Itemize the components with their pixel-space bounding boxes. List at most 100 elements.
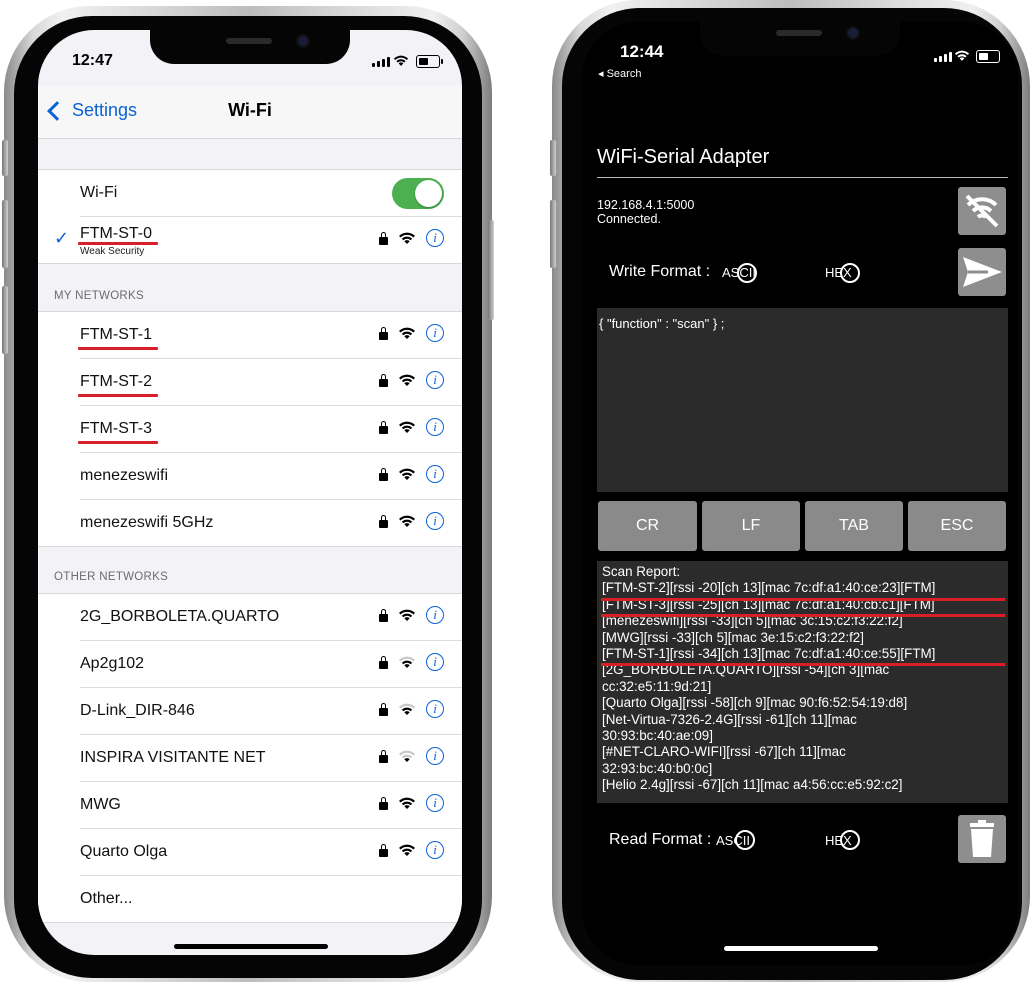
lock-icon (379, 609, 388, 622)
checkmark-icon: ✓ (54, 228, 70, 248)
network-name: FTM-ST-3 (80, 420, 152, 437)
red-underline (601, 614, 1005, 617)
other-network-row[interactable]: Other... (80, 876, 462, 922)
lock-icon (379, 797, 388, 810)
scan-report-output[interactable]: Scan Report: [FTM-ST-2][rssi -20][ch 13]… (597, 561, 1008, 803)
wifi-strength-icon (399, 421, 415, 433)
info-icon[interactable]: i (426, 418, 444, 436)
report-line: [Quarto Olga][rssi -58][ch 9][mac 90:f6:… (602, 695, 908, 711)
lock-icon (379, 703, 388, 716)
info-icon[interactable]: i (426, 512, 444, 530)
report-line: [FTM-ST-2][rssi -20][ch 13][mac 7c:df:a1… (602, 580, 936, 596)
red-underline (78, 441, 158, 444)
cellular-signal-icon (372, 57, 390, 67)
info-icon[interactable]: i (426, 606, 444, 624)
right-phone-side-button (550, 140, 556, 176)
info-icon[interactable]: i (426, 324, 444, 342)
lock-icon (379, 656, 388, 669)
network-row[interactable]: FTM-ST-1 i (78, 312, 462, 359)
wifi-toggle[interactable] (392, 178, 444, 209)
report-line: [Helio 2.4g][rssi -67][ch 11][mac a4:56:… (602, 777, 903, 793)
wifi-strength-icon (399, 468, 415, 480)
network-name: FTM-ST-0 (80, 225, 152, 242)
info-icon[interactable]: i (426, 653, 444, 671)
network-name: INSPIRA VISITANTE NET (80, 749, 266, 766)
left-phone-screen: 12:47 Settings Wi-Fi Wi-Fi ✓ FTM-ST-0 We… (38, 30, 462, 955)
network-row[interactable]: D-Link_DIR-846 i (80, 688, 462, 735)
network-name: 2G_BORBOLETA.QUARTO (80, 608, 280, 625)
title-divider (597, 177, 1008, 178)
red-underline (78, 242, 158, 245)
clear-output-button[interactable] (958, 815, 1006, 863)
send-icon (963, 257, 1002, 287)
info-icon[interactable]: i (426, 465, 444, 483)
battery-icon (976, 50, 1003, 63)
my-networks-header: MY NETWORKS (54, 290, 144, 302)
info-icon[interactable]: i (426, 841, 444, 859)
esc-button[interactable]: ESC (908, 501, 1006, 551)
wifi-status-icon (954, 50, 970, 61)
network-row[interactable]: FTM-ST-2 i (78, 359, 462, 406)
info-icon[interactable]: i (426, 700, 444, 718)
left-phone-side-button (2, 140, 8, 176)
wifi-strength-icon (399, 374, 415, 386)
device-address: 192.168.4.1:5000 (597, 198, 695, 212)
wifi-status-icon (393, 55, 409, 66)
home-indicator[interactable] (724, 946, 878, 951)
network-name: Quarto Olga (80, 843, 168, 860)
right-phone-screen: 12:44 ◂ Search WiFi-Serial Adapter 192.1… (582, 22, 1018, 965)
red-underline (601, 663, 1005, 666)
network-name: FTM-ST-2 (80, 373, 152, 390)
network-row[interactable]: menezeswifi 5GHz i (80, 500, 462, 546)
connected-network-row[interactable]: ✓ FTM-ST-0 Weak Security i (54, 217, 462, 263)
cellular-signal-icon (934, 52, 952, 62)
wifi-strength-icon (399, 515, 415, 527)
disconnect-button[interactable] (958, 187, 1006, 235)
other-label: Other... (80, 890, 133, 907)
write-hex-radio[interactable] (840, 263, 860, 283)
info-icon[interactable]: i (426, 747, 444, 765)
red-underline (601, 598, 1005, 601)
network-row[interactable]: FTM-ST-3 i (78, 406, 462, 453)
read-hex-radio[interactable] (840, 830, 860, 850)
network-name: menezeswifi 5GHz (80, 514, 214, 531)
report-line: [Net-Virtua-7326-2.4G][rssi -61][ch 11][… (602, 711, 857, 727)
nav-bar: Settings Wi-Fi (38, 86, 462, 139)
network-row[interactable]: INSPIRA VISITANTE NET i (80, 735, 462, 782)
notch (150, 30, 350, 64)
cr-button[interactable]: CR (598, 501, 697, 551)
left-phone-power-button (488, 220, 494, 320)
battery-icon (416, 55, 443, 68)
read-ascii-radio[interactable] (735, 830, 755, 850)
write-ascii-radio[interactable] (737, 263, 757, 283)
other-networks-group: 2G_BORBOLETA.QUARTO i Ap2g102 i D-Link_D… (38, 593, 462, 923)
network-row[interactable]: Ap2g102 i (80, 641, 462, 688)
right-phone-side-button (550, 200, 556, 268)
page-title: Wi-Fi (228, 100, 272, 120)
report-line: Scan Report: (602, 564, 681, 579)
info-icon[interactable]: i (426, 371, 444, 389)
home-indicator[interactable] (174, 944, 328, 949)
report-line: [FTM-ST-1][rssi -34][ch 13][mac 7c:df:a1… (602, 646, 936, 662)
report-line: 30:93:bc:40:ae:09] (602, 728, 713, 744)
wifi-group: Wi-Fi ✓ FTM-ST-0 Weak Security i (38, 169, 462, 264)
lock-icon (379, 515, 388, 528)
network-row[interactable]: Quarto Olga i (80, 829, 462, 876)
trash-icon (970, 820, 994, 857)
network-row[interactable]: menezeswifi i (80, 453, 462, 500)
info-icon[interactable]: i (426, 229, 444, 247)
send-button[interactable] (958, 248, 1006, 296)
wifi-toggle-row: Wi-Fi (80, 170, 462, 217)
info-icon[interactable]: i (426, 794, 444, 812)
lock-icon (379, 844, 388, 857)
connection-status: Connected. (597, 212, 661, 226)
back-to-search-link[interactable]: ◂ Search (598, 67, 641, 80)
red-underline (78, 347, 158, 350)
wifi-strength-icon (399, 232, 415, 244)
network-row[interactable]: 2G_BORBOLETA.QUARTO i (80, 594, 462, 641)
lf-button[interactable]: LF (702, 501, 800, 551)
network-row[interactable]: MWG i (80, 782, 462, 829)
tab-button[interactable]: TAB (805, 501, 903, 551)
command-input[interactable]: { "function" : "scan" } ; (597, 308, 1008, 492)
wifi-weak-icon (399, 750, 415, 762)
